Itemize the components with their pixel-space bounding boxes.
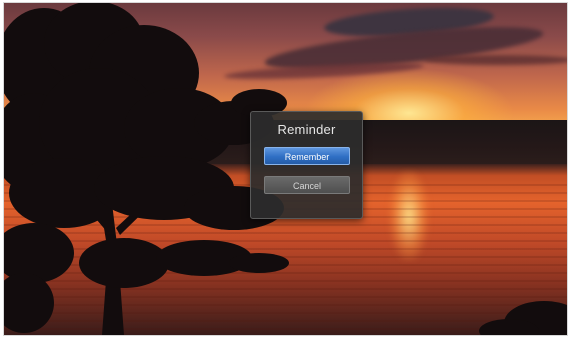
screen: Reminder Remember Cancel (4, 3, 567, 335)
remember-button[interactable]: Remember (264, 147, 350, 165)
reminder-dialog: Reminder Remember Cancel (250, 111, 363, 219)
dialog-title: Reminder (277, 122, 336, 137)
cancel-button[interactable]: Cancel (264, 176, 350, 194)
